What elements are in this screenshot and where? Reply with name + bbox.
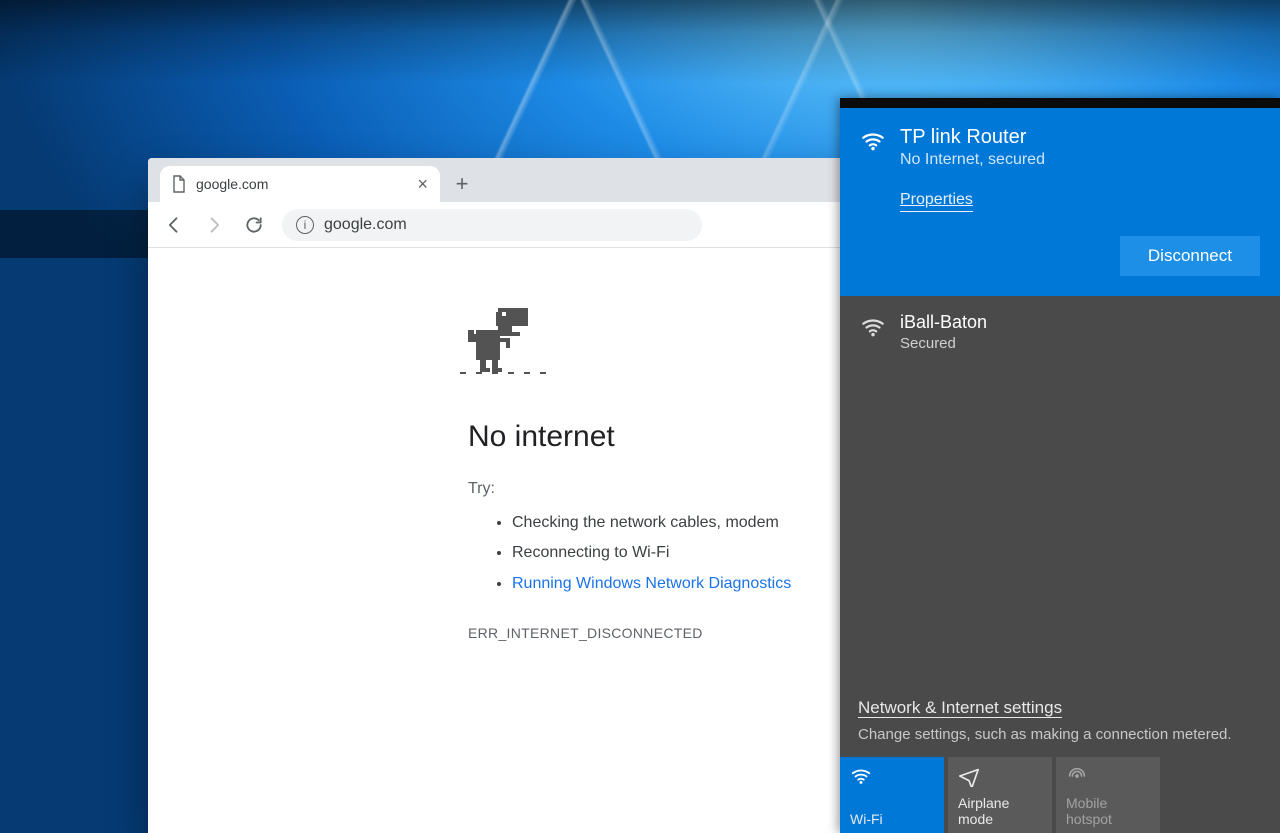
hotspot-icon — [1066, 765, 1088, 787]
network-settings-link[interactable]: Network & Internet settings — [858, 698, 1062, 718]
forward-button[interactable] — [202, 213, 226, 237]
wifi-tile[interactable]: Wi-Fi — [840, 757, 944, 833]
mobile-hotspot-tile[interactable]: Mobilehotspot — [1056, 757, 1160, 833]
site-info-icon[interactable]: i — [296, 216, 314, 234]
tile-label: Wi-Fi — [850, 811, 934, 827]
tab-close-icon[interactable]: × — [417, 175, 428, 193]
disconnect-button[interactable]: Disconnect — [1120, 236, 1260, 276]
airplane-icon — [958, 765, 980, 787]
active-network-status: No Internet, secured — [900, 151, 1045, 169]
wifi-icon — [850, 765, 872, 787]
address-bar[interactable]: i google.com — [282, 209, 702, 241]
tab-title: google.com — [196, 176, 268, 192]
quick-action-tiles: Wi-Fi Airplane mode Mobilehotspot — [840, 757, 1280, 833]
browser-tab[interactable]: google.com × — [160, 166, 440, 202]
flyout-top-border — [840, 98, 1280, 108]
page-icon — [172, 175, 186, 193]
active-network-name: TP link Router — [900, 126, 1045, 149]
network-properties-link[interactable]: Properties — [900, 191, 973, 212]
diagnostics-link[interactable]: Running Windows Network Diagnostics — [512, 575, 791, 592]
flyout-footer: Network & Internet settings Change setti… — [840, 698, 1280, 833]
dino-icon[interactable] — [468, 308, 532, 376]
address-bar-url: google.com — [324, 216, 407, 234]
tile-label: Airplane mode — [958, 795, 1042, 827]
new-tab-button[interactable]: + — [446, 168, 478, 200]
wifi-icon — [860, 314, 886, 340]
available-network-name: iBall-Baton — [900, 312, 987, 333]
tile-label: Mobilehotspot — [1066, 795, 1150, 827]
network-settings-description: Change settings, such as making a connec… — [840, 722, 1280, 757]
back-button[interactable] — [162, 213, 186, 237]
reload-button[interactable] — [242, 213, 266, 237]
network-flyout: TP link Router No Internet, secured Prop… — [840, 98, 1280, 833]
available-network[interactable]: iBall-Baton Secured — [840, 296, 1280, 368]
wifi-icon — [860, 128, 886, 154]
airplane-mode-tile[interactable]: Airplane mode — [948, 757, 1052, 833]
active-network[interactable]: TP link Router No Internet, secured Prop… — [840, 108, 1280, 296]
available-network-status: Secured — [900, 335, 987, 352]
